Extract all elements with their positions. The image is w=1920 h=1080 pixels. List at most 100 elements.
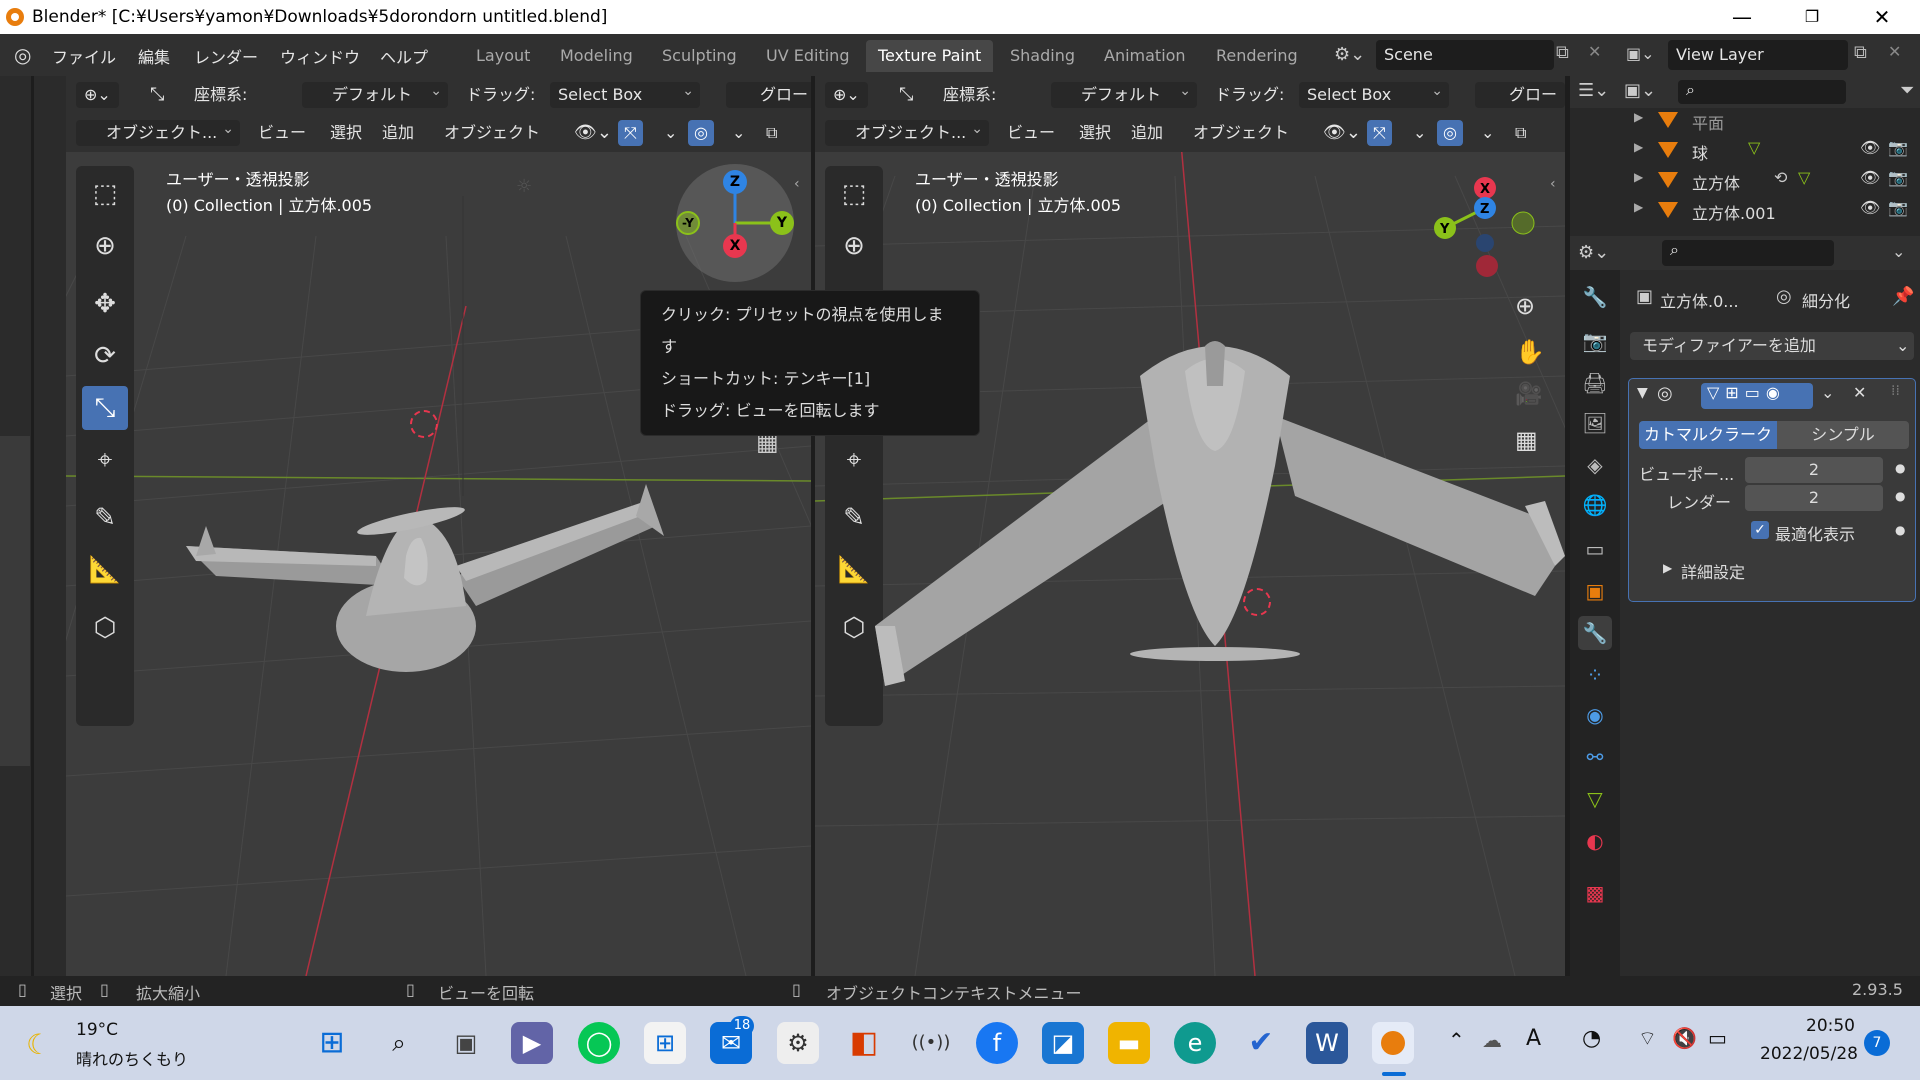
cursor-tool-icon[interactable]: ⊕ [831, 224, 877, 268]
tab-layout[interactable]: Layout [464, 40, 542, 72]
start-windows-icon[interactable]: ⊞ [311, 1022, 353, 1064]
viewport-right[interactable]: ⊕⌄ ⤡ 座標系: デフォルト ドラッグ: Select Box グロー オブジ… [815, 76, 1565, 976]
advanced-panel-label[interactable]: 詳細設定 [1681, 559, 1745, 583]
weather-moon-icon[interactable]: ☾ [26, 1028, 51, 1061]
render-camera-icon[interactable]: 📷 [1888, 138, 1908, 157]
scale-tool-icon[interactable]: ⤡ [82, 386, 128, 430]
add-cube-tool-icon[interactable]: ⬡ [831, 606, 877, 650]
speaker-muted-icon[interactable]: 🔇 [1672, 1026, 1697, 1050]
delete-view-layer-icon[interactable]: ✕ [1888, 42, 1901, 61]
gizmo-x-axis[interactable]: X [723, 234, 747, 258]
visibility-icon[interactable]: 👁⌄ [1317, 120, 1367, 146]
modifier-tab-icon[interactable]: 🔧 [1578, 616, 1612, 650]
drag-handle-icon[interactable]: ⁞⁞ [1891, 383, 1900, 399]
editor-type-icon[interactable]: ☰⌄ [1578, 80, 1609, 101]
xray-icon[interactable]: ⧉ [1509, 120, 1532, 146]
sidebar-toggle-icon[interactable]: ‹ [1550, 176, 1556, 192]
material-tab-icon[interactable]: ◐ [1578, 824, 1612, 858]
properties-search-input[interactable]: ⌕ [1662, 240, 1834, 266]
xray-icon[interactable]: ⧉ [760, 120, 783, 146]
office-icon[interactable]: ◧ [843, 1022, 885, 1064]
gizmo-y-axis[interactable]: Y [770, 211, 794, 235]
minimize-button[interactable]: — [1712, 0, 1772, 34]
gizmo-neg-y-axis[interactable]: -Y [676, 211, 700, 235]
menu-render[interactable]: レンダー [194, 44, 258, 68]
outliner-row[interactable]: ▶ 立方体 ⟲ ▽ 👁 📷 [1570, 164, 1920, 194]
view-layer-field[interactable]: View Layer [1668, 40, 1848, 70]
gizmo-dropdown-icon[interactable]: ⌄ [658, 120, 683, 146]
menu-select[interactable]: 選択 [324, 120, 368, 146]
overlay-dropdown-icon[interactable]: ⌄ [726, 120, 751, 146]
render-camera-icon[interactable]: 📷 [1888, 198, 1908, 217]
constraints-tab-icon[interactable]: ⚯ [1578, 740, 1612, 774]
chevron-down-icon[interactable]: ⌄ [1821, 383, 1834, 402]
menu-view[interactable]: ビュー [1001, 120, 1061, 146]
transform-tool-icon[interactable]: ⌖ [831, 438, 877, 482]
delete-scene-icon[interactable]: ✕ [1588, 42, 1601, 61]
blender-menu-icon[interactable]: ◎ [14, 43, 31, 67]
menu-window[interactable]: ウィンドウ [280, 44, 360, 68]
tab-modeling[interactable]: Modeling [548, 40, 645, 72]
measure-tool-icon[interactable]: 📐 [82, 548, 128, 592]
physics-tab-icon[interactable]: ◉ [1578, 698, 1612, 732]
visibility-icon[interactable]: 👁⌄ [568, 120, 618, 146]
navigation-gizmo-right[interactable]: X Z Y [1415, 168, 1555, 288]
view-layer-icon[interactable]: ▣⌄ [1626, 44, 1655, 63]
drag-dropdown[interactable]: Select Box [550, 78, 700, 108]
maximize-button[interactable]: ❐ [1782, 0, 1842, 34]
visibility-eye-icon[interactable]: 👁 [1860, 198, 1880, 217]
word-icon[interactable]: W [1306, 1022, 1348, 1064]
menu-add[interactable]: 追加 [376, 120, 420, 146]
scene-tab-icon[interactable]: ◈ [1578, 448, 1612, 482]
keyframe-dot-icon[interactable]: ● [1895, 489, 1905, 503]
photo-app-icon[interactable]: ⚙ [777, 1022, 819, 1064]
weather-desc[interactable]: 晴れのちくもり [76, 1046, 188, 1070]
annotate-tool-icon[interactable]: ✎ [82, 496, 128, 540]
ime-indicator[interactable]: A [1526, 1026, 1541, 1051]
navigation-gizmo[interactable]: Z Y -Y X [676, 164, 794, 282]
texture-tab-icon[interactable]: ▩ [1578, 876, 1612, 910]
blender-taskbar-icon[interactable] [1372, 1022, 1414, 1064]
menu-object[interactable]: オブジェクト [438, 120, 546, 146]
tool-tab-icon[interactable]: 🔧 [1578, 280, 1612, 314]
menu-help[interactable]: ヘルプ [380, 44, 428, 68]
outliner-row[interactable]: ▶ 立方体.001 👁 📷 [1570, 194, 1920, 224]
tab-sculpting[interactable]: Sculpting [650, 40, 749, 72]
todo-icon[interactable]: ✔ [1240, 1022, 1282, 1064]
teams-chat-icon[interactable]: ▶ [511, 1022, 553, 1064]
output-tab-icon[interactable]: 🖨 [1578, 366, 1612, 400]
transform-tool-icon[interactable]: ⌖ [82, 438, 128, 482]
display-mode-icon[interactable]: ▣⌄ [1624, 80, 1656, 101]
annotate-tool-icon[interactable]: ✎ [831, 496, 877, 540]
scene-icon[interactable]: ⚙⌄ [1334, 44, 1365, 65]
collection-tab-icon[interactable]: ▭ [1578, 532, 1612, 566]
tab-animation[interactable]: Animation [1092, 40, 1198, 72]
object-tab-icon[interactable]: ▣ [1578, 574, 1612, 608]
onedrive-cloud-icon[interactable]: ☁ [1482, 1028, 1502, 1052]
clock-date[interactable]: 2022/05/28 [1760, 1044, 1858, 1064]
new-scene-icon[interactable]: ⧉ [1556, 42, 1569, 63]
orientation-dropdown[interactable]: デフォルト [302, 78, 448, 108]
editor-type-icon[interactable]: ⚙⌄ [1578, 242, 1609, 263]
visibility-eye-icon[interactable]: 👁 [1860, 168, 1880, 187]
menu-select[interactable]: 選択 [1073, 120, 1117, 146]
add-cube-tool-icon[interactable]: ⬡ [82, 606, 128, 650]
menu-add[interactable]: 追加 [1125, 120, 1169, 146]
tab-catmull-clark[interactable]: カトマルクラーク [1639, 421, 1777, 449]
clock-time[interactable]: 20:50 [1806, 1016, 1855, 1036]
tab-uv-editing[interactable]: UV Editing [754, 40, 861, 72]
search-icon[interactable]: ⌕ [378, 1022, 420, 1064]
render-tab-icon[interactable]: 📷 [1578, 324, 1612, 358]
world-tab-icon[interactable]: 🌐 [1578, 488, 1612, 522]
close-button[interactable]: ✕ [1852, 0, 1912, 34]
file-explorer-icon[interactable]: ▬ [1108, 1022, 1150, 1064]
visibility-eye-icon[interactable]: 👁 [1860, 138, 1880, 157]
render-levels-field[interactable]: 2 [1745, 485, 1883, 511]
add-modifier-dropdown[interactable]: モディファイアーを追加 ⌄ [1630, 332, 1914, 360]
menu-view[interactable]: ビュー [252, 120, 312, 146]
particles-tab-icon[interactable]: ⁘ [1578, 658, 1612, 692]
expand-arrow-icon[interactable]: ▶ [1634, 200, 1643, 214]
outliner-row[interactable]: ▶ 球 ▽ 👁 📷 [1570, 134, 1920, 164]
outliner-search-input[interactable]: ⌕ [1678, 80, 1846, 104]
zoom-icon[interactable]: ⊕ [1515, 292, 1535, 320]
